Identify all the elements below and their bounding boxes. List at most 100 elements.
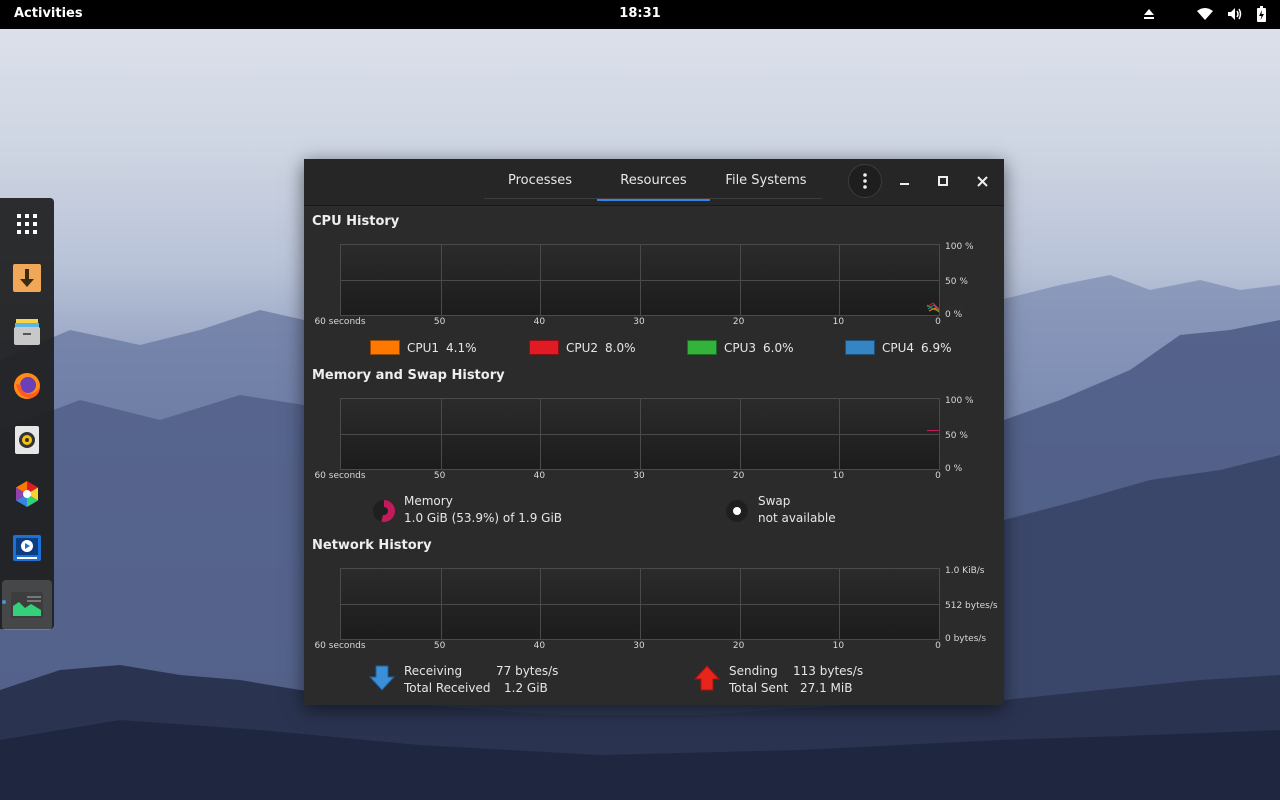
clock[interactable]: 18:31 (619, 6, 660, 21)
tab-resources[interactable]: Resources (597, 159, 710, 201)
system-tray[interactable] (1143, 6, 1266, 22)
x-tick-label: 10 (832, 471, 845, 481)
x-tick-label: 40 (533, 471, 546, 481)
x-tick-label: 40 (533, 317, 546, 327)
tab-underline (484, 198, 822, 199)
y-tick-label: 0 bytes/s (945, 634, 987, 644)
x-tick-label: 50 (433, 471, 446, 481)
network-history-graph (340, 568, 940, 640)
activities-button[interactable]: Activities (14, 6, 83, 21)
close-button[interactable] (965, 164, 999, 198)
x-tick-label: 0 (935, 641, 941, 651)
y-tick-label: 0 % (945, 310, 963, 320)
memory-pie-icon[interactable] (372, 499, 396, 527)
minimize-icon (900, 183, 909, 185)
grid-line (341, 280, 939, 281)
downloader-icon[interactable] (6, 257, 48, 299)
memory-info: Memory 1.0 GiB (53.9%) of 1.9 GiB (404, 493, 562, 527)
cpu1-value: 4.1% (446, 340, 477, 355)
x-tick-label: 20 (732, 471, 745, 481)
x-tick-label: 10 (832, 641, 845, 651)
swap-info: Swap not available (758, 493, 836, 527)
x-tick-label: 10 (832, 317, 845, 327)
x-tick-label: 30 (633, 641, 645, 651)
x-tick-label: 50 (433, 317, 446, 327)
video-player-icon[interactable] (6, 527, 48, 569)
y-tick-label: 0 % (945, 464, 963, 474)
firefox-icon[interactable] (6, 365, 48, 407)
memory-label: Memory (404, 494, 453, 508)
tab-processes[interactable]: Processes (495, 159, 585, 199)
cpu1-color-swatch[interactable] (370, 340, 400, 355)
cpu1-label: CPU1 (407, 340, 440, 355)
grid-line (341, 434, 939, 435)
sending-arrow-icon[interactable] (693, 664, 721, 696)
cpu4-color-swatch[interactable] (845, 340, 875, 355)
y-tick-label: 100 % (945, 396, 974, 406)
cpu2-label: CPU2 (566, 340, 599, 355)
memory-history-graph (340, 398, 940, 470)
sending-label: Sending (729, 664, 778, 678)
x-tick-label: 0 (935, 471, 941, 481)
swap-value: not available (758, 511, 836, 525)
x-tick-label: 60 seconds (314, 471, 366, 481)
total-sent-label: Total Sent (729, 681, 789, 695)
menu-button[interactable] (848, 164, 882, 198)
memory-history-title: Memory and Swap History (312, 368, 505, 383)
cpu3-legend: CPU3 6.0% (687, 340, 794, 355)
system-monitor-icon[interactable] (2, 580, 52, 630)
x-tick-label: 20 (732, 317, 745, 327)
cpu1-legend: CPU1 4.1% (370, 340, 477, 355)
swap-pie-icon[interactable] (725, 499, 749, 527)
rhythmbox-icon[interactable] (6, 419, 48, 461)
x-tick-label: 60 seconds (314, 641, 366, 651)
battery-icon[interactable] (1257, 6, 1266, 22)
system-monitor-window: Processes Resources File Systems CPU His… (304, 159, 1004, 705)
grid-line (341, 604, 939, 605)
menu-icon (863, 173, 867, 189)
x-tick-label: 30 (633, 317, 645, 327)
cpu3-value: 6.0% (763, 340, 794, 355)
sending-value: 113 bytes/s (793, 664, 864, 678)
y-tick-label: 50 % (945, 277, 968, 287)
app-grid-icon[interactable] (6, 203, 48, 245)
tab-file-systems[interactable]: File Systems (722, 159, 810, 199)
cpu4-legend: CPU4 6.9% (845, 340, 952, 355)
files-icon[interactable] (6, 311, 48, 353)
cpu3-label: CPU3 (724, 340, 757, 355)
header-bar: Processes Resources File Systems (304, 159, 1004, 206)
cpu2-value: 8.0% (605, 340, 636, 355)
receiving-arrow-icon[interactable] (368, 664, 396, 696)
x-tick-label: 20 (732, 641, 745, 651)
wifi-icon[interactable] (1197, 8, 1213, 20)
x-tick-label: 0 (935, 317, 941, 327)
running-indicator (2, 600, 6, 604)
cpu-history-graph (340, 244, 940, 316)
cpu4-value: 6.9% (921, 340, 952, 355)
cpu2-legend: CPU2 8.0% (529, 340, 636, 355)
network-history-title: Network History (312, 538, 432, 553)
color-picker-icon[interactable] (6, 473, 48, 515)
cpu3-color-swatch[interactable] (687, 340, 717, 355)
receiving-value: 77 bytes/s (496, 664, 559, 678)
dock (0, 198, 54, 630)
eject-icon[interactable] (1143, 8, 1155, 20)
cpu4-label: CPU4 (882, 340, 915, 355)
y-tick-label: 1.0 KiB/s (945, 566, 985, 576)
cpu-history-title: CPU History (312, 214, 400, 229)
maximize-icon (938, 176, 948, 186)
minimize-button[interactable] (888, 164, 922, 198)
x-tick-label: 60 seconds (314, 317, 366, 327)
total-received-label: Total Received (404, 681, 491, 695)
total-sent-value: 27.1 MiB (800, 681, 853, 695)
x-tick-label: 50 (433, 641, 446, 651)
volume-icon[interactable] (1227, 7, 1243, 21)
total-received-value: 1.2 GiB (504, 681, 548, 695)
swap-label: Swap (758, 494, 791, 508)
memory-value: 1.0 GiB (53.9%) of 1.9 GiB (404, 511, 563, 525)
cpu2-color-swatch[interactable] (529, 340, 559, 355)
maximize-button[interactable] (926, 164, 960, 198)
close-icon (976, 175, 988, 187)
x-tick-label: 30 (633, 471, 645, 481)
receiving-info: Receiving 77 bytes/s Total Received 1.2 Gi… (404, 663, 558, 697)
